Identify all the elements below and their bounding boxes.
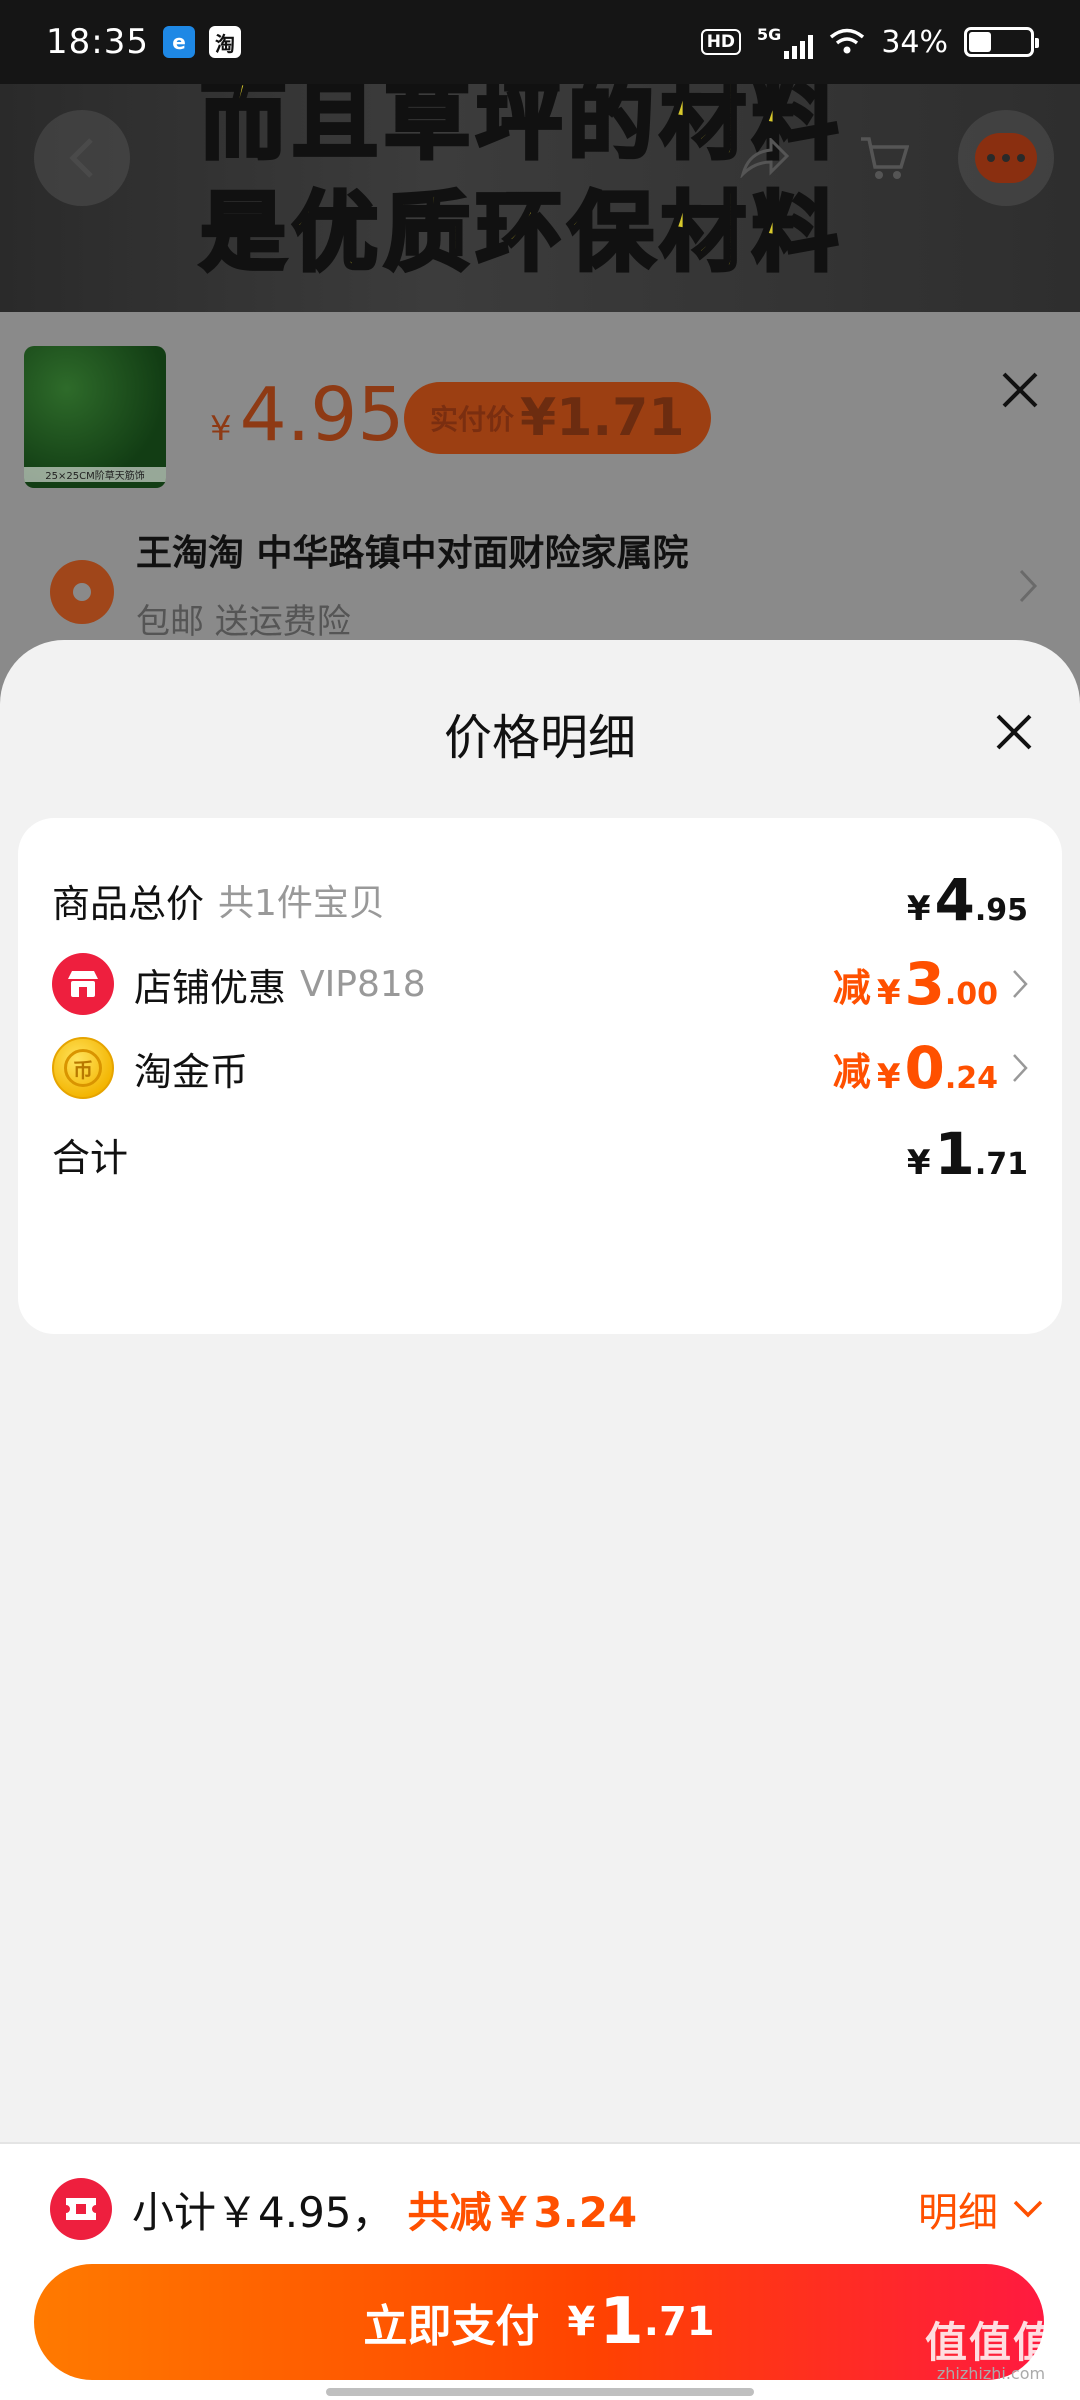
amount-currency: ¥ <box>876 973 901 1013</box>
row-amount: ¥ 1 .71 <box>907 1120 1028 1188</box>
row-label: 店铺优惠 <box>134 965 287 1010</box>
product-thumbnail: 25×25CM阶草天筋饰 <box>24 346 166 488</box>
chevron-right-icon <box>1018 568 1038 608</box>
pay-button-label: 立即支付 <box>363 2301 540 2352</box>
shop-icon <box>52 953 114 1015</box>
more-icon <box>975 133 1037 183</box>
watermark-url: zhizhizhi.com <box>936 2364 1046 2383</box>
product-video-backdrop: 而且草坪的材料 是优质环保材料 <box>0 84 1080 312</box>
detail-toggle-label: 明细 <box>918 2190 998 2236</box>
share-button[interactable] <box>716 110 812 206</box>
amount-dec: .24 <box>944 1061 998 1096</box>
watermark-text: 值值值 <box>924 2318 1057 2367</box>
chevron-right-icon <box>1013 970 1028 998</box>
wifi-icon <box>830 28 865 54</box>
amount-currency: ¥ <box>906 1143 931 1183</box>
row-label: 合计 <box>52 1135 129 1180</box>
sku-close-button[interactable] <box>1000 370 1040 414</box>
back-button[interactable] <box>34 110 130 206</box>
coin-discount-row[interactable]: 币 淘金币 减 ¥ 0 .24 <box>52 1028 1028 1108</box>
price-value: 4.95 <box>239 372 405 458</box>
browser-icon: e <box>162 26 195 58</box>
amount-dec: .71 <box>974 1147 1028 1182</box>
network-type: 5G <box>757 25 782 44</box>
battery-icon <box>964 27 1039 57</box>
subtotal-bar: 小计￥4.95， 共减￥3.24 明细 <box>50 2164 1044 2254</box>
location-icon <box>50 560 114 624</box>
price-detail-sheet: 价格明细 商品总价 共1件宝贝 ¥ 4 .95 店铺优惠 VIP818 减 ¥ … <box>0 640 1080 2140</box>
row-label: 商品总价 <box>52 881 205 926</box>
status-time: 18:35 <box>46 22 149 62</box>
shipping-address[interactable]: 王淘淘 中华路镇中对面财险家属院 <box>136 524 689 576</box>
status-bar: 18:35 e 淘 HD 5G 34% <box>0 0 1080 84</box>
amount-dec: .00 <box>944 977 998 1012</box>
chevron-right-icon <box>1013 1054 1028 1082</box>
hd-icon: HD <box>700 29 742 55</box>
status-indicators: HD 5G 34% <box>700 24 1039 60</box>
battery-percent: 34% <box>881 24 948 60</box>
coupon-ticket-icon <box>50 2178 112 2240</box>
pay-currency: ¥ <box>567 2299 596 2345</box>
detail-toggle-button[interactable]: 明细 <box>918 2180 1044 2238</box>
thumbnail-label: 25×25CM阶草天筋饰 <box>24 467 166 482</box>
amount-int: 4 <box>934 866 975 934</box>
share-icon <box>740 138 789 178</box>
row-label: 淘金币 <box>134 1049 249 1094</box>
total-discount-text: 共减￥3.24 <box>407 2187 638 2237</box>
shop-discount-row[interactable]: 店铺优惠 VIP818 减 ¥ 3 .00 <box>52 944 1028 1024</box>
site-watermark: 值值值 zhizhizhi.com <box>916 2318 1066 2384</box>
amount-int: 3 <box>904 950 945 1018</box>
chevron-down-icon <box>1013 2200 1043 2218</box>
cart-icon <box>861 137 909 179</box>
row-amount: ¥ 0 .24 <box>877 1034 998 1102</box>
grand-total-row: 合计 ¥ 1 .71 <box>52 1114 1028 1194</box>
row-sub: 共1件宝贝 <box>218 883 385 924</box>
sheet-title: 价格明细 <box>443 710 636 766</box>
paid-price-value: ¥1.71 <box>520 388 685 448</box>
close-icon <box>996 714 1032 750</box>
pay-now-button[interactable]: 立即支付 ¥ 1 .71 <box>34 2264 1044 2380</box>
pay-amount-dec: .71 <box>643 2299 715 2345</box>
product-price: ¥ 4.95 <box>210 372 404 458</box>
close-icon <box>1002 372 1038 408</box>
price-detail-card: 商品总价 共1件宝贝 ¥ 4 .95 店铺优惠 VIP818 减 ¥ 3 .00… <box>18 818 1062 1334</box>
paid-price-badge: 实付价 ¥1.71 <box>404 382 711 454</box>
cart-button[interactable] <box>836 110 932 206</box>
pay-amount-int: 1 <box>599 2285 644 2359</box>
sheet-close-button[interactable] <box>984 702 1044 762</box>
paid-price-label: 实付价 <box>430 403 515 436</box>
more-button[interactable] <box>958 110 1054 206</box>
subtotal-text: 小计￥4.95， <box>132 2187 394 2237</box>
reduce-prefix: 减 <box>832 965 871 1010</box>
amount-currency: ¥ <box>906 889 931 929</box>
row-sub: VIP818 <box>300 963 426 1005</box>
price-currency: ¥ <box>210 409 232 449</box>
amount-int: 0 <box>904 1034 945 1102</box>
amount-int: 1 <box>934 1120 975 1188</box>
row-amount: ¥ 4 .95 <box>907 866 1028 934</box>
amount-currency: ¥ <box>876 1057 901 1097</box>
chevron-left-icon <box>69 138 93 178</box>
reduce-prefix: 减 <box>832 1049 871 1094</box>
taobao-icon: 淘 <box>208 26 241 58</box>
row-amount: ¥ 3 .00 <box>877 950 998 1018</box>
goods-total-row: 商品总价 共1件宝贝 ¥ 4 .95 <box>52 860 1028 940</box>
amount-dec: .95 <box>974 893 1028 928</box>
gold-coin-icon: 币 <box>52 1037 114 1099</box>
cellular-signal-icon: 5G <box>757 25 814 59</box>
shipping-info: 包邮 送运费险 <box>136 602 351 642</box>
home-indicator[interactable] <box>326 2388 754 2396</box>
